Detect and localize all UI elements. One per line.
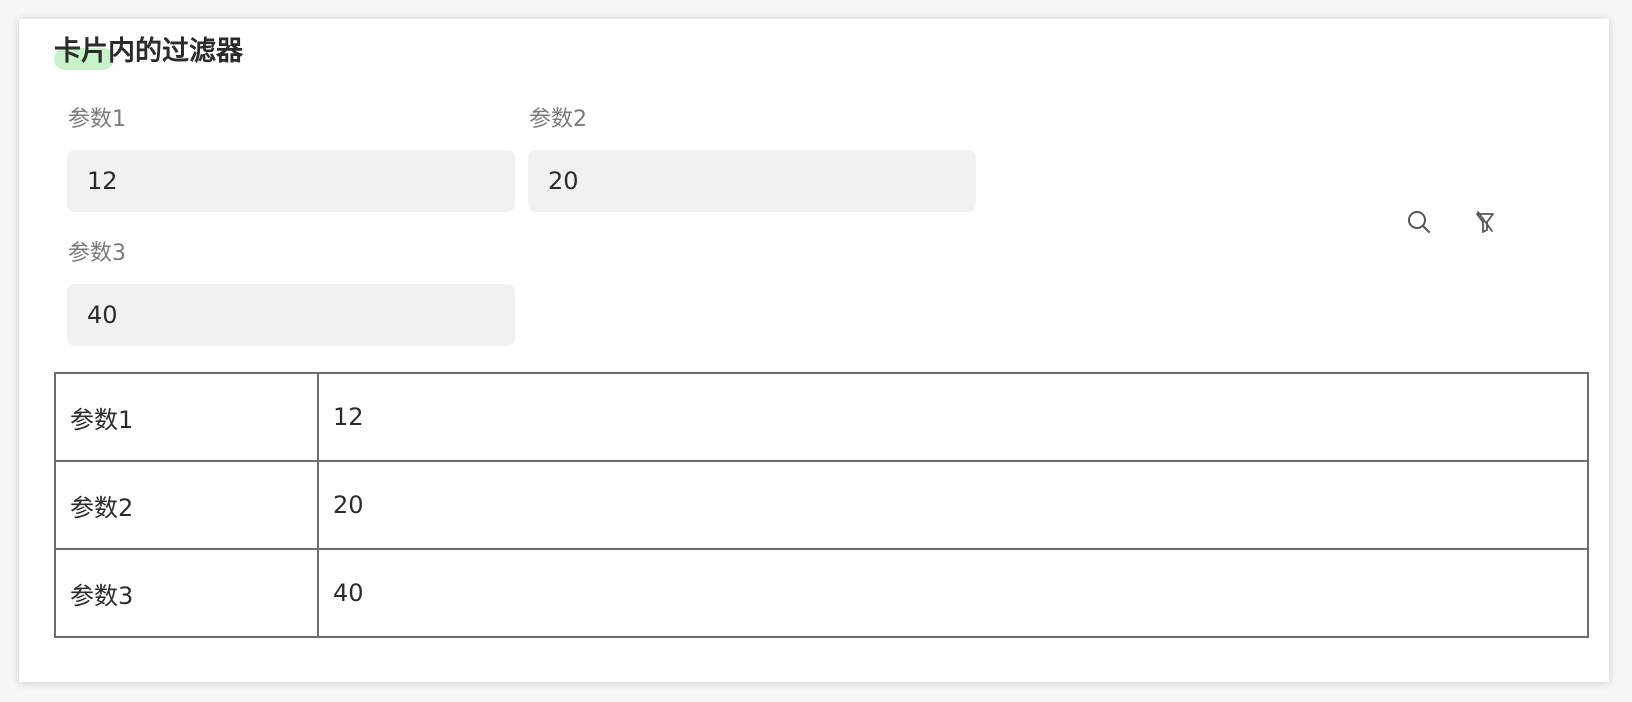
- parameter-table: 参数1 12 参数2 20 参数3 40: [54, 372, 1589, 638]
- filter-label-2: 参数2: [529, 107, 587, 132]
- clear-filter-button[interactable]: [1468, 205, 1502, 239]
- table-row: 参数1 12: [54, 372, 1589, 462]
- filter-clear-icon: [1472, 209, 1498, 235]
- table-cell-key: 参数3: [54, 548, 319, 638]
- filter-label-3: 参数3: [68, 241, 126, 266]
- filter-input-3[interactable]: 40: [67, 284, 515, 346]
- table-row: 参数3 40: [54, 548, 1589, 638]
- filter-input-1[interactable]: 12: [67, 150, 515, 212]
- table-cell-value: 20: [317, 460, 1589, 550]
- search-button[interactable]: [1402, 205, 1436, 239]
- search-icon: [1406, 209, 1432, 235]
- table-cell-key: 参数1: [54, 372, 319, 462]
- table-row: 参数2 20: [54, 460, 1589, 550]
- card-title: 卡片内的过滤器: [54, 36, 243, 67]
- filter-label-1: 参数1: [68, 107, 126, 132]
- table-cell-value: 40: [317, 548, 1589, 638]
- table-cell-key: 参数2: [54, 460, 319, 550]
- filter-card: 卡片内的过滤器 参数1 12 参数2 20 参数3 40 参数1 12 参数2 …: [19, 19, 1609, 682]
- table-cell-value: 12: [317, 372, 1589, 462]
- filter-input-2[interactable]: 20: [528, 150, 976, 212]
